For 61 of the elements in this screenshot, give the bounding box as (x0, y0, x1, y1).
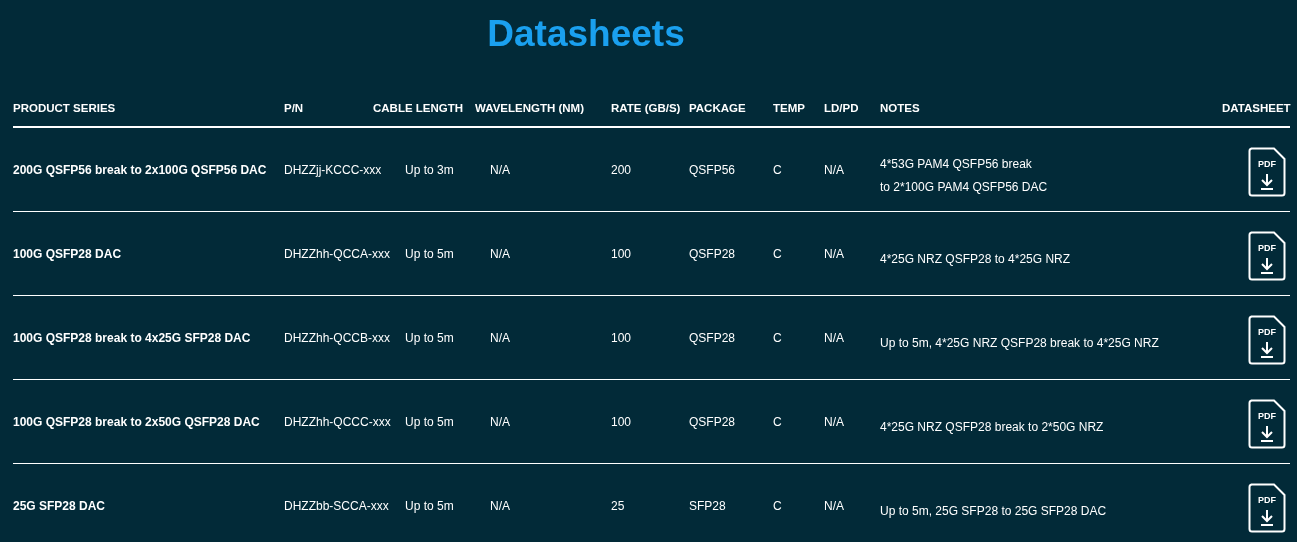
column-header: DATASHEET (1222, 102, 1291, 114)
part-number-cell: DHZZjj-KCCC-xxx (284, 162, 382, 177)
temp-cell: C (773, 330, 782, 345)
column-header: P/N (284, 102, 304, 114)
ld-pd-cell: N/A (824, 498, 844, 513)
part-number-cell: DHZZhh-QCCC-xxx (284, 414, 391, 429)
temp-cell: C (773, 498, 782, 513)
rate-cell: 200 (611, 162, 632, 177)
product-series-cell: 25G SFP28 DAC (13, 498, 106, 513)
rate-cell: 100 (611, 414, 632, 429)
rate-cell: 100 (611, 246, 632, 261)
ld-pd-cell: N/A (824, 330, 844, 345)
wavelength-cell: N/A (490, 162, 510, 177)
wavelength-cell: N/A (490, 414, 510, 429)
product-series-cell: 100G QSFP28 DAC (13, 246, 122, 261)
part-number-cell: DHZZhh-QCCB-xxx (284, 330, 390, 345)
part-number-cell: DHZZbb-SCCA-xxx (284, 498, 389, 513)
page-title: Datasheets (486, 12, 686, 56)
wavelength-cell: N/A (490, 330, 510, 345)
pdf-download-icon[interactable]: PDF (1248, 398, 1286, 449)
ld-pd-cell: N/A (824, 162, 844, 177)
product-series-cell: 200G QSFP56 break to 2x100G QSFP56 DAC (13, 162, 267, 177)
notes-cell-text: 4*25G NRZ QSFP28 to 4*25G NRZ (880, 251, 1071, 268)
notes-cell-text: Up to 5m, 4*25G NRZ QSFP28 break to 4*25G NRZ (880, 335, 1159, 352)
package-cell: QSFP28 (689, 330, 736, 345)
wavelength-cell: N/A (490, 498, 510, 513)
column-header: PRODUCT SERIES (13, 102, 116, 114)
package-cell: SFP28 (689, 498, 726, 513)
cable-length-cell: Up to 3m (405, 162, 454, 177)
pdf-download-icon[interactable]: PDF (1248, 146, 1286, 197)
cable-length-cell: Up to 5m (405, 498, 454, 513)
pdf-download-icon[interactable]: PDF (1248, 314, 1286, 365)
column-header: NOTES (880, 102, 920, 114)
package-cell: QSFP28 (689, 246, 736, 261)
notes-cell-text: Up to 5m, 25G SFP28 to 25G SFP28 DAC (880, 503, 1107, 520)
column-header: LD/PD (824, 102, 859, 114)
cable-length-cell: Up to 5m (405, 330, 454, 345)
ld-pd-cell: N/A (824, 246, 844, 261)
column-header: CABLE LENGTH (373, 102, 464, 114)
column-header: PACKAGE (689, 102, 746, 114)
notes-cell-text: 4*53G PAM4 QSFP56 break to 2*100G PAM4 QSFP56 DAC (880, 155, 1048, 196)
product-series-cell: 100G QSFP28 break to 2x50G QSFP28 DAC (13, 414, 260, 429)
rate-cell: 100 (611, 330, 632, 345)
cable-length-cell: Up to 5m (405, 414, 454, 429)
temp-cell: C (773, 414, 782, 429)
wavelength-cell: N/A (490, 246, 510, 261)
pdf-download-icon[interactable]: PDF (1248, 482, 1286, 533)
package-cell: QSFP56 (689, 162, 736, 177)
rate-cell: 25 (611, 498, 625, 513)
temp-cell: C (773, 246, 782, 261)
temp-cell: C (773, 162, 782, 177)
column-header: RATE (GB/S) (611, 102, 681, 114)
notes-cell-text: 4*25G NRZ QSFP28 break to 2*50G NRZ (880, 419, 1104, 436)
part-number-cell: DHZZhh-QCCA-xxx (284, 246, 390, 261)
product-series-cell: 100G QSFP28 break to 4x25G SFP28 DAC (13, 330, 251, 345)
package-cell: QSFP28 (689, 414, 736, 429)
pdf-download-icon[interactable]: PDF (1248, 230, 1286, 281)
column-header: WAVELENGTH (NM) (475, 102, 585, 114)
cable-length-cell: Up to 5m (405, 246, 454, 261)
column-header: TEMP (773, 102, 805, 114)
ld-pd-cell: N/A (824, 414, 844, 429)
